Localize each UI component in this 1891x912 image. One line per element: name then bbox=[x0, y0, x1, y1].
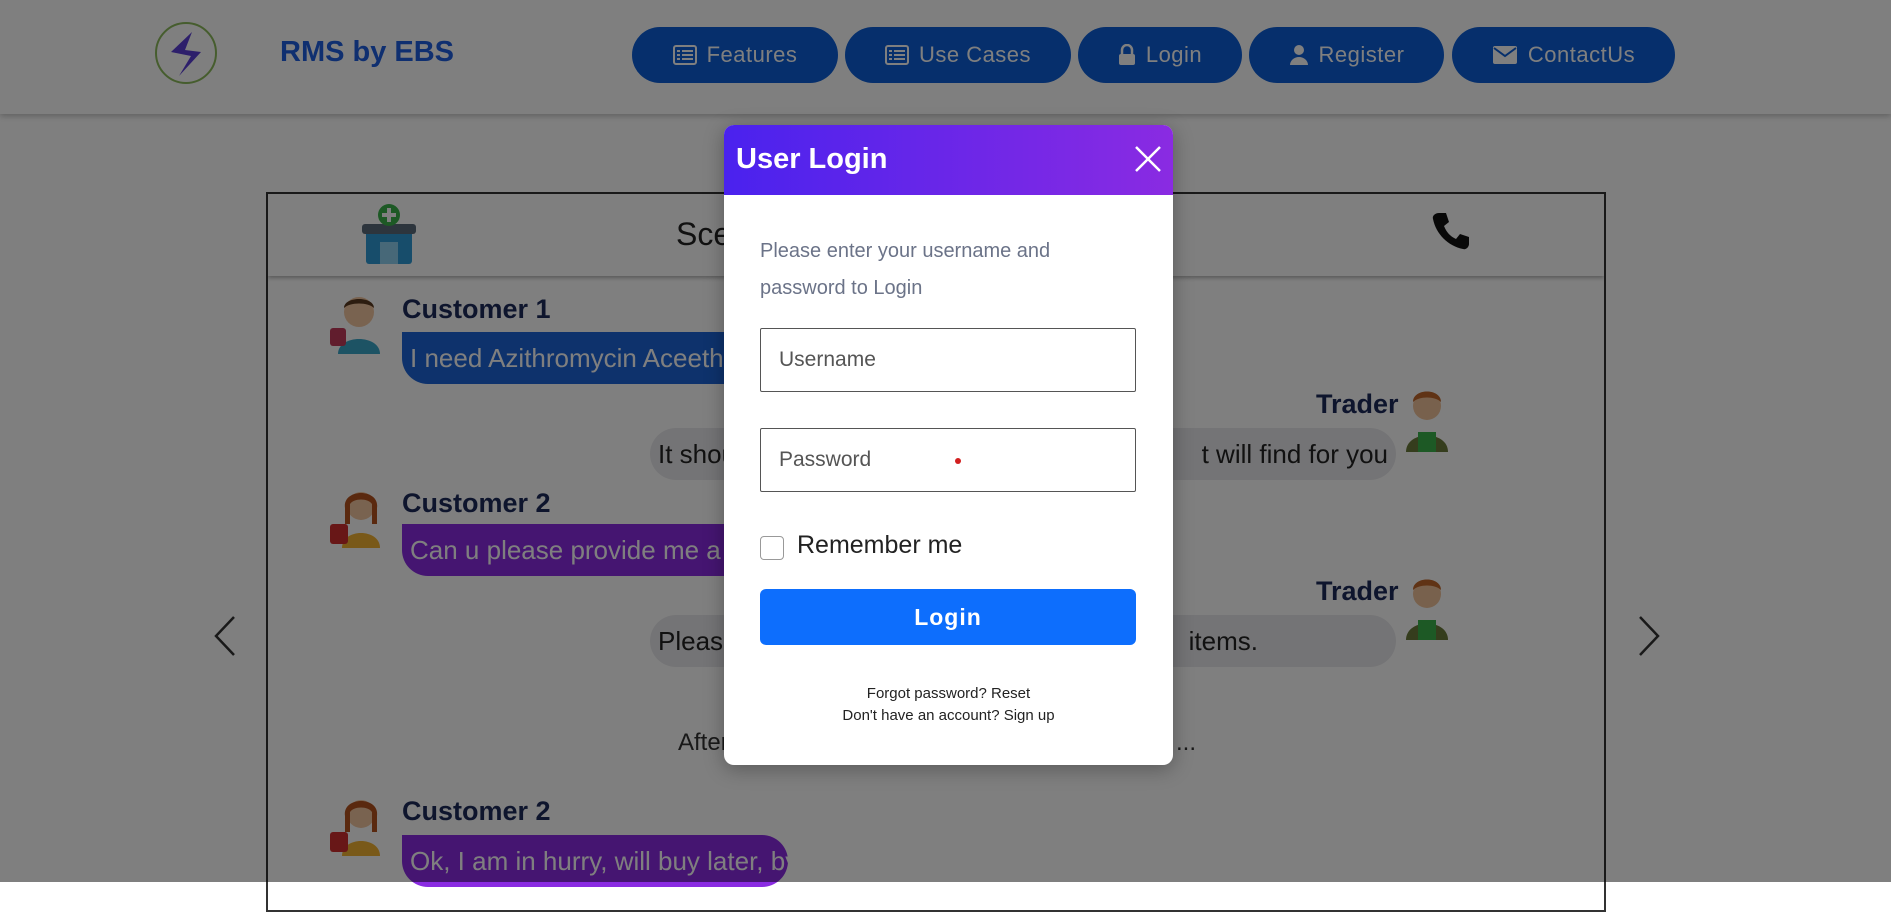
login-button[interactable]: Login bbox=[760, 589, 1136, 645]
login-prompt: Please enter your username and password … bbox=[760, 240, 1051, 299]
password-field[interactable] bbox=[760, 428, 1136, 492]
remember-me-label[interactable]: Remember me bbox=[797, 531, 962, 560]
remember-me-checkbox[interactable] bbox=[760, 536, 784, 560]
login-modal: User Login Please enter your username an… bbox=[724, 125, 1173, 765]
close-icon bbox=[1135, 146, 1161, 172]
close-button[interactable] bbox=[1133, 144, 1163, 174]
modal-title: User Login bbox=[736, 143, 888, 175]
required-indicator bbox=[955, 458, 961, 464]
forgot-password-link[interactable]: Forgot password? Reset bbox=[724, 685, 1173, 702]
signup-link[interactable]: Don't have an account? Sign up bbox=[724, 707, 1173, 724]
username-field[interactable] bbox=[760, 328, 1136, 392]
modal-header: User Login bbox=[724, 125, 1173, 195]
